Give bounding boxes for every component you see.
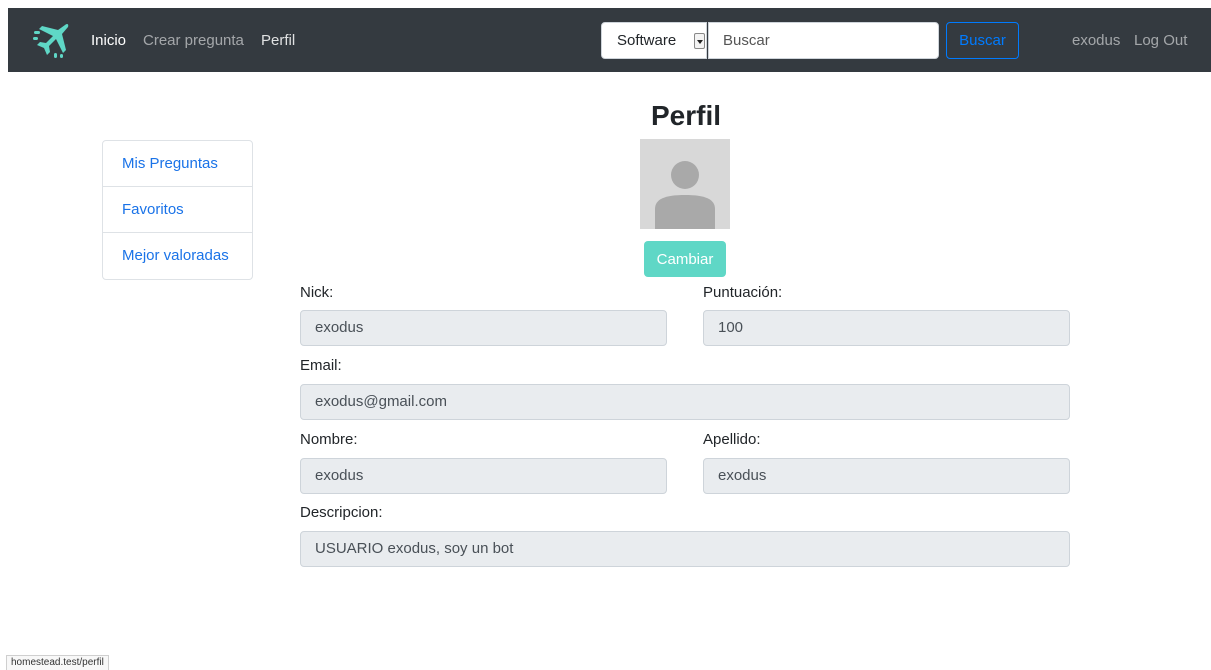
page: Inicio Crear pregunta Perfil Software Bu… bbox=[0, 0, 1211, 670]
category-select-value: Software bbox=[617, 32, 677, 49]
nav-link-inicio[interactable]: Inicio bbox=[91, 32, 126, 50]
descripcion-label: Descripcion: bbox=[300, 504, 383, 521]
browser-status-url: homestead.test/perfil bbox=[6, 655, 109, 670]
nombre-label: Nombre: bbox=[300, 431, 358, 448]
user-avatar-icon bbox=[640, 139, 730, 229]
apellido-field: exodus bbox=[703, 458, 1070, 494]
sidebar-item-mejor-valoradas[interactable]: Mejor valoradas bbox=[103, 233, 252, 279]
nav-username[interactable]: exodus bbox=[1072, 32, 1120, 50]
airplane-logo-icon[interactable] bbox=[32, 22, 70, 58]
chevron-down-icon[interactable] bbox=[694, 33, 705, 49]
nick-label: Nick: bbox=[300, 284, 334, 301]
search-button[interactable]: Buscar bbox=[946, 22, 1019, 59]
page-title: Perfil bbox=[650, 100, 722, 131]
sidebar-item-favoritos[interactable]: Favoritos bbox=[103, 187, 252, 233]
apellido-label: Apellido: bbox=[703, 431, 761, 448]
email-field: exodus@gmail.com bbox=[300, 384, 1070, 420]
category-select[interactable]: Software bbox=[601, 22, 707, 59]
nav-logout-link[interactable]: Log Out bbox=[1134, 32, 1187, 50]
nav-link-perfil[interactable]: Perfil bbox=[261, 32, 295, 50]
search-input[interactable] bbox=[708, 22, 939, 59]
nombre-field: exodus bbox=[300, 458, 667, 494]
nav-link-crear-pregunta[interactable]: Crear pregunta bbox=[143, 32, 244, 50]
sidebar-list: Mis Preguntas Favoritos Mejor valoradas bbox=[102, 140, 253, 280]
nick-field: exodus bbox=[300, 310, 667, 346]
change-avatar-button[interactable]: Cambiar bbox=[644, 241, 726, 277]
puntuacion-label: Puntuación: bbox=[703, 284, 783, 301]
navbar: Inicio Crear pregunta Perfil Software Bu… bbox=[8, 8, 1211, 72]
puntuacion-field: 100 bbox=[703, 310, 1070, 346]
avatar-silhouette bbox=[655, 161, 715, 229]
descripcion-field: USUARIO exodus, soy un bot bbox=[300, 531, 1070, 567]
sidebar-item-mis-preguntas[interactable]: Mis Preguntas bbox=[103, 141, 252, 187]
email-label: Email: bbox=[300, 357, 342, 374]
